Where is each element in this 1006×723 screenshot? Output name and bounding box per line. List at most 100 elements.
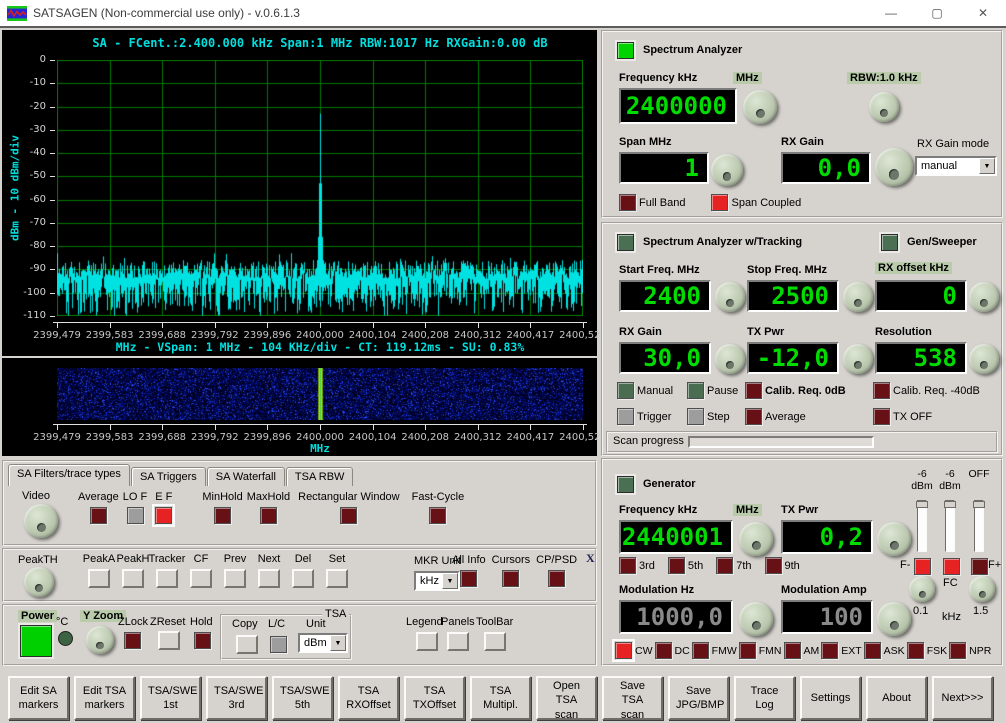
button-open-tsa-scan[interactable]: Open TSA scan (536, 676, 597, 720)
button-tsa-multipl[interactable]: TSA Multipl. (470, 676, 531, 720)
span-coupled-checkbox[interactable] (711, 194, 728, 211)
peak-threshold-knob[interactable] (24, 567, 54, 597)
start-freq-knob[interactable] (715, 282, 745, 312)
7th-checkbox[interactable] (716, 557, 733, 574)
maximize-icon[interactable]: ▢ (914, 0, 960, 26)
fast-cycle-checkbox[interactable] (429, 507, 446, 524)
rx-offset-display[interactable]: 0 (875, 280, 967, 312)
modulation-hz-display[interactable]: 1000,0 (619, 600, 733, 634)
next-button[interactable] (258, 569, 280, 588)
cw-checkbox[interactable] (615, 642, 632, 659)
rectangular-window-checkbox[interactable] (340, 507, 357, 524)
chevron-down-icon[interactable]: ▼ (979, 158, 995, 174)
resolution-display[interactable]: 538 (875, 342, 967, 374)
del-button[interactable] (292, 569, 314, 588)
button-edit-tsa-markers[interactable]: Edit TSA markers (74, 676, 135, 720)
video-filter-knob[interactable] (24, 504, 58, 538)
gen-frequency-display[interactable]: 2440001 (619, 520, 733, 554)
button-tsa-swe-3rd[interactable]: TSA/SWE 3rd (206, 676, 267, 720)
f-plus-checkbox[interactable] (971, 558, 988, 575)
gen-frequency-unit-button[interactable]: MHz (733, 504, 762, 516)
option-7th[interactable]: 7th (716, 557, 751, 574)
cursors-checkbox[interactable] (502, 570, 519, 587)
option-cp-psd[interactable]: CP/PSD (536, 554, 577, 587)
option-ask[interactable]: ASK (864, 642, 905, 659)
option-full-band[interactable]: Full Band (619, 194, 685, 211)
option-fmn[interactable]: FMN (739, 642, 782, 659)
option-fmw[interactable]: FMW (692, 642, 737, 659)
option-minhold[interactable]: MinHold (202, 491, 242, 524)
f-minus-checkbox[interactable] (914, 558, 931, 575)
zreset-button[interactable] (158, 631, 180, 650)
option-3rd[interactable]: 3rd (619, 557, 655, 574)
option-average[interactable]: Average (78, 491, 119, 524)
rx-gain-mode-select[interactable]: manual ▼ (915, 156, 997, 176)
modulation-amp-display[interactable]: 100 (781, 600, 873, 634)
option-ext[interactable]: EXT (821, 642, 861, 659)
unit-select[interactable]: dBm ▼ (298, 633, 348, 653)
hold-checkbox[interactable] (194, 632, 211, 649)
button-about[interactable]: About (866, 676, 927, 720)
option-maxhold[interactable]: MaxHold (247, 491, 290, 524)
option-e-f[interactable]: E F (155, 491, 172, 524)
cp-psd-checkbox[interactable] (548, 570, 565, 587)
option-am[interactable]: AM (784, 642, 820, 659)
maxhold-checkbox[interactable] (260, 507, 277, 524)
panel-close-icon[interactable]: X (586, 551, 595, 566)
9th-checkbox[interactable] (765, 557, 782, 574)
span-knob[interactable] (711, 154, 743, 186)
option-manual[interactable]: Manual (617, 382, 687, 399)
tab-sa-filters-trace-types[interactable]: SA Filters/trace types (8, 464, 130, 486)
tab-sa-triggers[interactable]: SA Triggers (131, 467, 206, 486)
button-tsa-txoffset[interactable]: TSA TXOffset (404, 676, 465, 720)
fc-checkbox[interactable] (943, 558, 960, 575)
option-pause[interactable]: Pause (687, 382, 745, 399)
calib-req-40db-checkbox[interactable] (873, 382, 890, 399)
button-next[interactable]: Next>>> (932, 676, 993, 720)
step-checkbox[interactable] (687, 408, 704, 425)
tracking-tx-pwr-display[interactable]: -12,0 (747, 342, 839, 374)
start-freq-display[interactable]: 2400 (619, 280, 711, 312)
option-average[interactable]: Average (745, 408, 873, 425)
option-lo-f[interactable]: LO F (123, 491, 147, 524)
dc-checkbox[interactable] (655, 642, 672, 659)
e-f-checkbox[interactable] (155, 507, 172, 524)
option-tx-off[interactable]: TX OFF (873, 408, 999, 425)
peaka-button[interactable] (88, 569, 110, 588)
tracker-button[interactable] (156, 569, 178, 588)
manual-checkbox[interactable] (617, 382, 634, 399)
minhold-checkbox[interactable] (214, 507, 231, 524)
span-display[interactable]: 1 (619, 152, 709, 184)
tracking-rx-gain-knob[interactable] (715, 344, 745, 374)
option-rectangular-window[interactable]: Rectangular Window (298, 491, 400, 524)
all-info-checkbox[interactable] (460, 570, 477, 587)
peakh-button[interactable] (122, 569, 144, 588)
option-fsk[interactable]: FSK (907, 642, 947, 659)
frequency-knob[interactable] (743, 90, 777, 124)
zlock-checkbox[interactable] (124, 632, 141, 649)
button-tsa-swe-1st[interactable]: TSA/SWE 1st (140, 676, 201, 720)
option-step[interactable]: Step (687, 408, 745, 425)
gen-frequency-knob[interactable] (739, 522, 773, 556)
toolbar-button[interactable] (484, 632, 506, 651)
minimize-icon[interactable]: — (868, 0, 914, 26)
pause-checkbox[interactable] (687, 382, 704, 399)
option-npr[interactable]: NPR (949, 642, 991, 659)
cf-button[interactable] (190, 569, 212, 588)
legend-button[interactable] (416, 632, 438, 651)
fmw-checkbox[interactable] (692, 642, 709, 659)
stop-freq-display[interactable]: 2500 (747, 280, 839, 312)
rx-gain-display[interactable]: 0,0 (781, 152, 871, 184)
step-down-knob[interactable] (909, 576, 935, 602)
frequency-unit-button[interactable]: MHz (733, 72, 762, 84)
rx-offset-knob[interactable] (969, 282, 999, 312)
option-cursors[interactable]: Cursors (492, 554, 531, 587)
gen-sweeper-led[interactable] (881, 234, 898, 251)
close-icon[interactable]: ✕ (960, 0, 1006, 26)
lc-checkbox[interactable] (270, 636, 287, 653)
option-cw[interactable]: CW (615, 642, 653, 659)
gen-tx-pwr-knob[interactable] (877, 522, 911, 556)
generator-led[interactable] (617, 476, 634, 493)
average-checkbox[interactable] (90, 507, 107, 524)
tab-tsa-rbw[interactable]: TSA RBW (286, 467, 354, 486)
